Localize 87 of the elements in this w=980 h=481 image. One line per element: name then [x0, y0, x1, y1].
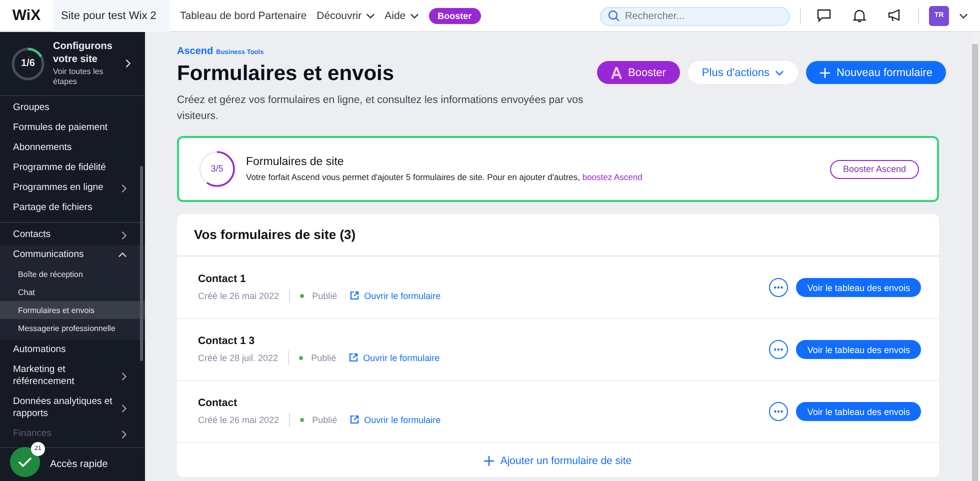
sidebar-item[interactable]: Automations: [0, 340, 145, 360]
site-selector[interactable]: Site pour test Wix 2: [53, 0, 170, 32]
sidebar-subitem[interactable]: Boîte de réception: [0, 265, 145, 283]
chevron-right-icon: [121, 430, 127, 438]
sidebar-item[interactable]: Marketing et référencement: [0, 360, 145, 392]
chevron-right-icon: [125, 59, 131, 68]
form-name: Contact: [198, 396, 238, 408]
status-label: Publié: [312, 414, 338, 424]
booster-button[interactable]: Booster: [428, 8, 481, 24]
external-link-icon: [349, 353, 358, 362]
chevron-right-icon: [121, 372, 127, 380]
status-label: Publié: [312, 290, 338, 300]
chevron-right-icon: [121, 184, 127, 192]
more-options-button[interactable]: [769, 402, 788, 421]
chevron-down-icon: [366, 12, 375, 18]
view-submissions-button[interactable]: Voir le tableau des envois: [796, 402, 921, 421]
chevron-right-icon: [121, 404, 127, 412]
more-options-button[interactable]: [769, 340, 788, 359]
open-form-link[interactable]: Ouvrir le formulaire: [364, 290, 441, 300]
sidebar-item[interactable]: Programmes en ligne: [0, 178, 145, 198]
plus-icon: [820, 68, 830, 78]
sidebar-item[interactable]: Formules de paiement: [0, 118, 145, 138]
more-icon: [774, 286, 784, 289]
booster-ascend-button[interactable]: Booster Ascend: [830, 160, 919, 178]
sidebar-item[interactable]: Abonnements: [0, 138, 145, 158]
form-name: Contact 1: [198, 272, 247, 284]
quick-access-link[interactable]: Accès rapide: [50, 459, 108, 470]
created-date: Créé le 28 juil. 2022: [198, 352, 278, 362]
page-description: Créez et gérez vos formulaires en ligne, et consultez les informations envoyées par vos visiteurs.: [177, 93, 584, 124]
more-actions-button[interactable]: Plus d'actions: [688, 61, 798, 84]
add-form-link[interactable]: Ajouter un formulaire de site: [177, 443, 939, 477]
megaphone-icon[interactable]: [888, 9, 902, 22]
more-icon: [774, 410, 784, 413]
sidebar-item[interactable]: Partage de fichiers: [0, 198, 145, 218]
setup-link[interactable]: Voir toutes les étapes: [53, 67, 117, 87]
open-form-link[interactable]: Ouvrir le formulaire: [364, 414, 441, 424]
form-name: Contact 1 3: [198, 334, 256, 346]
sidebar-item[interactable]: Programme de fidélité: [0, 158, 145, 178]
upgrade-link[interactable]: boostez Ascend: [582, 172, 642, 182]
section-title: Vos formulaires de site (3): [177, 214, 939, 257]
setup-card[interactable]: 1/6 Configurons votre site Voir toutes les étapes: [0, 32, 145, 95]
sidebar-subitem[interactable]: Chat: [0, 283, 145, 301]
external-link-icon: [350, 415, 360, 424]
progress-count: 1/6: [21, 58, 35, 70]
chevron-right-icon: [121, 230, 127, 240]
chat-icon[interactable]: [817, 9, 831, 22]
sidebar-subitem[interactable]: Messagerie professionnelle: [0, 319, 145, 337]
brand-name: Ascend: [177, 46, 214, 57]
letter-a-icon: [611, 66, 622, 78]
quota-title: Formulaires de site: [246, 156, 345, 168]
sidebar-item[interactable]: Communications: [0, 245, 145, 265]
chevron-down-icon: [410, 12, 419, 18]
checklist-button[interactable]: [10, 446, 40, 476]
chevron-up-icon: [118, 252, 127, 258]
bell-icon[interactable]: [853, 8, 866, 22]
quota-text: Votre forfait Ascend vous permet d'ajouter 5 formulaires de site. Pour en ajouter d'autres, boostez Ascend: [246, 172, 644, 182]
progress-ring: [11, 46, 45, 80]
page-title: Formulaires et envois: [177, 62, 396, 86]
open-form-link[interactable]: Ouvrir le formulaire: [363, 352, 440, 362]
sidebar-item[interactable]: Données analytiques et rapports: [0, 392, 145, 424]
plus-icon: [484, 456, 494, 466]
sidebar-item[interactable]: Contacts: [0, 225, 145, 245]
nav-link[interactable]: Tableau de bord Partenaire: [180, 10, 307, 22]
view-submissions-button[interactable]: Voir le tableau des envois: [796, 340, 921, 359]
search-field[interactable]: Rechercher...: [600, 7, 790, 26]
nav-link[interactable]: Aide: [384, 10, 419, 22]
external-link-icon: [350, 291, 360, 300]
chevron-down-icon[interactable]: [959, 12, 968, 18]
new-form-button[interactable]: Nouveau formulaire: [806, 61, 946, 84]
view-submissions-button[interactable]: Voir le tableau des envois: [796, 278, 921, 297]
booster-button[interactable]: Booster: [597, 61, 680, 84]
status-label: Publié: [311, 352, 336, 362]
setup-title: Configurons votre site: [53, 40, 114, 66]
more-icon: [774, 348, 784, 351]
search-icon: [608, 10, 620, 22]
created-date: Créé le 26 mai 2022: [198, 290, 280, 300]
logo[interactable]: WiX: [0, 7, 53, 24]
nav-link[interactable]: Découvrir: [316, 10, 375, 22]
scrollbar[interactable]: [140, 166, 143, 361]
checkmark-icon: [18, 456, 32, 466]
sidebar-item[interactable]: Groupes: [0, 98, 145, 118]
chevron-down-icon: [775, 70, 784, 76]
sidebar-subitem[interactable]: Formulaires et envois: [0, 301, 145, 319]
scrollbar[interactable]: [970, 32, 980, 481]
progress-count: 3/5: [210, 164, 224, 174]
more-options-button[interactable]: [769, 278, 788, 297]
created-date: Créé le 26 mai 2022: [198, 414, 280, 424]
